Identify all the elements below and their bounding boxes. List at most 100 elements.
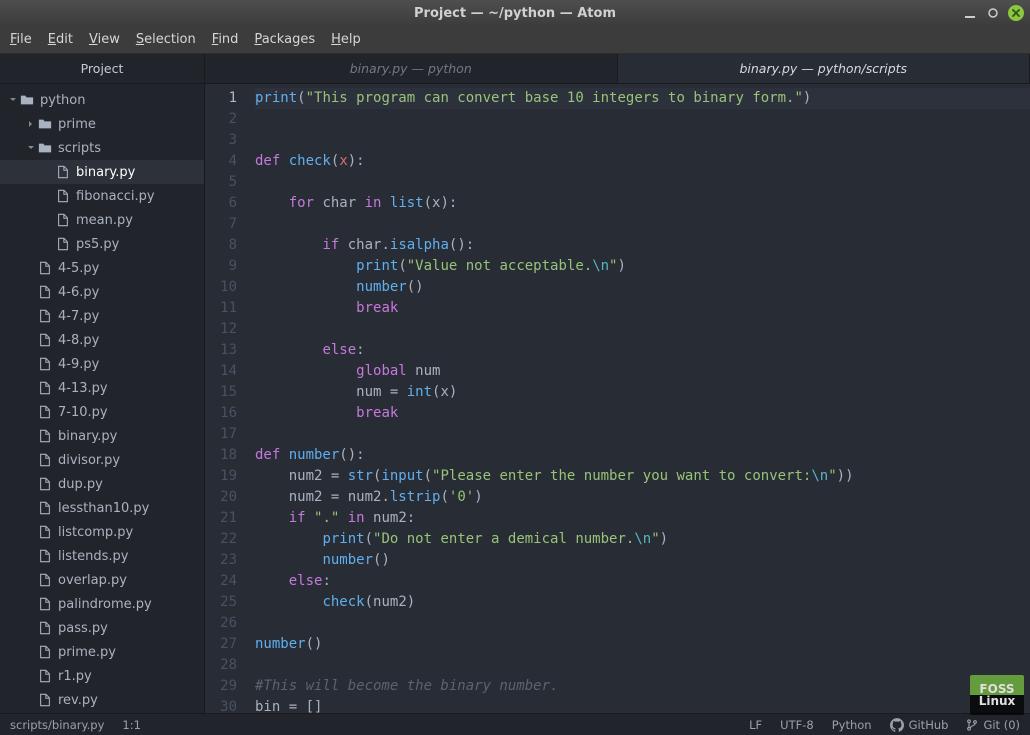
file-icon <box>56 237 70 251</box>
tree-label: 4-8.py <box>58 333 99 348</box>
file-dup-py[interactable]: dup.py <box>0 472 204 496</box>
file-divisor-py[interactable]: divisor.py <box>0 448 204 472</box>
file-icon <box>38 693 52 707</box>
sidebar: Project python prime scripts binary.py fibon… <box>0 54 205 713</box>
folder-icon <box>38 141 52 155</box>
window-controls <box>962 5 1024 21</box>
tree-label: fibonacci.py <box>76 189 155 204</box>
folder-icon <box>38 117 52 131</box>
window-title: Project — ~/python — Atom <box>0 6 1030 21</box>
chevron-right-icon[interactable] <box>26 120 36 128</box>
status-path[interactable]: scripts/binary.py <box>10 718 104 732</box>
main-area: Project python prime scripts binary.py fibon… <box>0 54 1030 713</box>
tree-label: dup.py <box>58 477 103 492</box>
tree-label: scripts <box>58 141 101 156</box>
chevron-down-icon[interactable] <box>8 96 18 104</box>
file-icon <box>38 309 52 323</box>
file-icon <box>38 669 52 683</box>
file-icon <box>38 501 52 515</box>
tree-label: binary.py <box>58 429 117 444</box>
folder-scripts[interactable]: scripts <box>0 136 204 160</box>
gutter: 1234567891011121314151617181920212223242… <box>205 84 249 713</box>
file-icon <box>38 477 52 491</box>
file-icon <box>56 189 70 203</box>
tree-label: r1.py <box>58 669 92 684</box>
tab[interactable]: binary.py — python <box>205 54 618 83</box>
menu-item-packages[interactable]: Packages <box>254 32 315 47</box>
tree-label: rev.py <box>58 693 98 708</box>
file-listcomp-py[interactable]: listcomp.py <box>0 520 204 544</box>
menu-item-view[interactable]: View <box>89 32 120 47</box>
status-language[interactable]: Python <box>832 718 872 732</box>
file-7-10-py[interactable]: 7-10.py <box>0 400 204 424</box>
tree-label: 4-13.py <box>58 381 108 396</box>
file-icon <box>38 333 52 347</box>
file-icon <box>38 549 52 563</box>
menu-item-edit[interactable]: Edit <box>48 32 73 47</box>
tree-label: prime.py <box>58 645 116 660</box>
status-git[interactable]: Git (0) <box>966 718 1020 732</box>
tree-label: prime <box>58 117 96 132</box>
file-fibonacci-py[interactable]: fibonacci.py <box>0 184 204 208</box>
file-tree[interactable]: python prime scripts binary.py fibonacci.py m… <box>0 84 204 713</box>
sidebar-header: Project <box>0 54 204 84</box>
status-github-label: GitHub <box>909 718 949 732</box>
file-icon <box>38 525 52 539</box>
file-4-8-py[interactable]: 4-8.py <box>0 328 204 352</box>
menu-item-file[interactable]: File <box>10 32 32 47</box>
maximize-button[interactable] <box>985 6 1000 21</box>
file-icon <box>38 357 52 371</box>
file-icon <box>38 453 52 467</box>
git-branch-icon <box>966 719 978 731</box>
file-rev-py[interactable]: rev.py <box>0 688 204 712</box>
file-4-5-py[interactable]: 4-5.py <box>0 256 204 280</box>
status-github[interactable]: GitHub <box>890 718 949 732</box>
tab[interactable]: binary.py — python/scripts <box>618 54 1030 83</box>
tab-bar: binary.py — pythonbinary.py — python/scr… <box>205 54 1030 84</box>
file-pass-py[interactable]: pass.py <box>0 616 204 640</box>
code-content[interactable]: print("This program can convert base 10 … <box>249 84 1030 713</box>
menu-item-help[interactable]: Help <box>331 32 361 47</box>
file-icon <box>38 573 52 587</box>
file-r1-py[interactable]: r1.py <box>0 664 204 688</box>
tree-label: 4-5.py <box>58 261 99 276</box>
file-icon <box>38 285 52 299</box>
file-overlap-py[interactable]: overlap.py <box>0 568 204 592</box>
status-encoding[interactable]: UTF-8 <box>780 718 814 732</box>
file-4-7-py[interactable]: 4-7.py <box>0 304 204 328</box>
file-icon <box>56 165 70 179</box>
close-button[interactable] <box>1008 5 1024 21</box>
file-4-9-py[interactable]: 4-9.py <box>0 352 204 376</box>
file-palindrome-py[interactable]: palindrome.py <box>0 592 204 616</box>
file-4-13-py[interactable]: 4-13.py <box>0 376 204 400</box>
titlebar: Project — ~/python — Atom <box>0 0 1030 26</box>
status-cursor[interactable]: 1:1 <box>122 718 141 732</box>
file-4-6-py[interactable]: 4-6.py <box>0 280 204 304</box>
github-icon <box>890 718 904 732</box>
tree-label: python <box>40 93 85 108</box>
file-icon <box>38 429 52 443</box>
folder-prime[interactable]: prime <box>0 112 204 136</box>
code-area[interactable]: 1234567891011121314151617181920212223242… <box>205 84 1030 713</box>
editor-pane: binary.py — pythonbinary.py — python/scr… <box>205 54 1030 713</box>
menu-item-find[interactable]: Find <box>212 32 239 47</box>
file-listends-py[interactable]: listends.py <box>0 544 204 568</box>
file-mean-py[interactable]: mean.py <box>0 208 204 232</box>
menu-item-selection[interactable]: Selection <box>136 32 196 47</box>
chevron-down-icon[interactable] <box>26 144 36 152</box>
tree-label: pass.py <box>58 621 108 636</box>
status-git-label: Git (0) <box>983 718 1020 732</box>
folder-icon <box>20 93 34 107</box>
file-binary-py[interactable]: binary.py <box>0 424 204 448</box>
minimize-button[interactable] <box>962 6 977 21</box>
status-line-ending[interactable]: LF <box>749 718 762 732</box>
file-binary-py[interactable]: binary.py <box>0 160 204 184</box>
tree-label: 4-9.py <box>58 357 99 372</box>
folder-python[interactable]: python <box>0 88 204 112</box>
file-ps5-py[interactable]: ps5.py <box>0 232 204 256</box>
tree-label: 7-10.py <box>58 405 108 420</box>
file-icon <box>38 261 52 275</box>
file-lessthan10-py[interactable]: lessthan10.py <box>0 496 204 520</box>
tree-label: listends.py <box>58 549 128 564</box>
file-prime-py[interactable]: prime.py <box>0 640 204 664</box>
